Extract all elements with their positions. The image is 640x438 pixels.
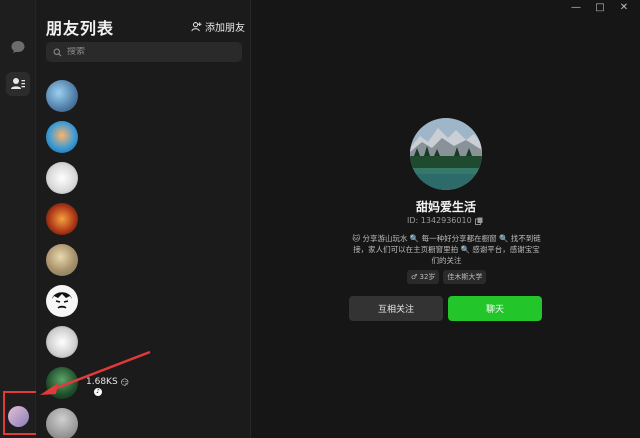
profile-id: ID: 1342936010 (407, 216, 483, 225)
maximize-button[interactable]: □ (590, 2, 610, 13)
copy-icon[interactable] (474, 217, 483, 225)
mutual-follow-button[interactable]: 互相关注 (349, 296, 443, 321)
age-tag: ♂ 32岁 (407, 270, 440, 284)
profile-avatar (410, 118, 482, 190)
profile-tags: ♂ 32岁 佳木斯大学 (407, 270, 487, 284)
landscape-image (410, 118, 482, 190)
close-button[interactable]: ✕ (614, 2, 634, 13)
annotation-arrow (40, 350, 151, 395)
school-tag: 佳木斯大学 (443, 270, 487, 284)
minimize-button[interactable]: — (566, 2, 586, 13)
profile-bio: 🐱 分享游山玩水 🔍 每一种好分享都在橱窗 🔍 找不到链接，家人们可以在主页橱窗… (352, 234, 541, 265)
profile-name: 甜妈爱生活 (415, 200, 476, 214)
chat-button[interactable]: 聊天 (448, 296, 542, 321)
